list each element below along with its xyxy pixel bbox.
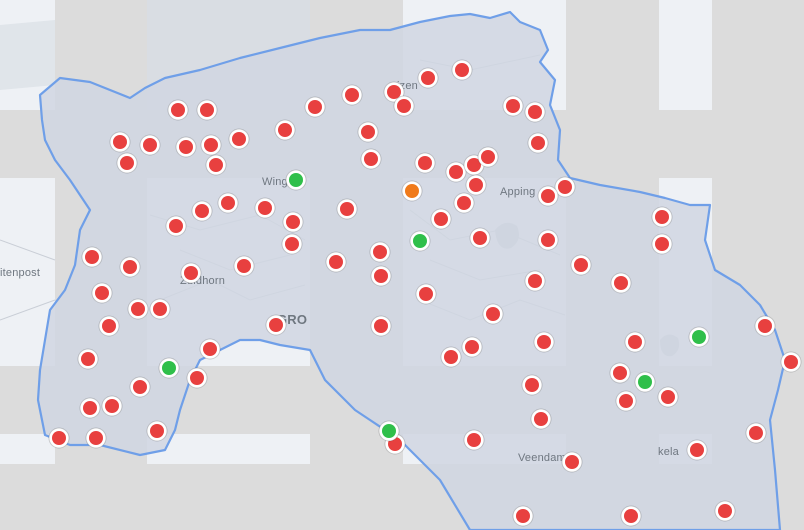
red-status-marker[interactable]: [714, 500, 736, 522]
red-status-marker[interactable]: [609, 362, 631, 384]
red-status-marker[interactable]: [477, 146, 499, 168]
red-status-marker[interactable]: [357, 121, 379, 143]
map-canvas[interactable]: izen Wing Apping Zuidhorn itenpost GRO V…: [0, 0, 804, 530]
green-status-marker[interactable]: [285, 169, 307, 191]
red-status-marker[interactable]: [116, 152, 138, 174]
red-status-marker[interactable]: [139, 134, 161, 156]
red-status-marker[interactable]: [512, 505, 534, 527]
map-view[interactable]: izen Wing Apping Zuidhorn itenpost GRO V…: [0, 0, 804, 530]
red-status-marker[interactable]: [180, 262, 202, 284]
green-status-marker[interactable]: [378, 420, 400, 442]
red-status-marker[interactable]: [502, 95, 524, 117]
red-status-marker[interactable]: [85, 427, 107, 449]
red-status-marker[interactable]: [657, 386, 679, 408]
red-status-marker[interactable]: [281, 233, 303, 255]
red-status-marker[interactable]: [369, 241, 391, 263]
red-status-marker[interactable]: [482, 303, 504, 325]
red-status-marker[interactable]: [537, 229, 559, 251]
basemap-tile: [0, 434, 55, 464]
red-status-marker[interactable]: [360, 148, 382, 170]
red-status-marker[interactable]: [570, 254, 592, 276]
red-status-marker[interactable]: [615, 390, 637, 412]
green-status-marker[interactable]: [158, 357, 180, 379]
red-status-marker[interactable]: [524, 101, 546, 123]
red-status-marker[interactable]: [228, 128, 250, 150]
red-status-marker[interactable]: [165, 215, 187, 237]
red-status-marker[interactable]: [129, 376, 151, 398]
red-status-marker[interactable]: [465, 174, 487, 196]
red-status-marker[interactable]: [127, 298, 149, 320]
red-status-marker[interactable]: [119, 256, 141, 278]
red-status-marker[interactable]: [620, 505, 642, 527]
red-status-marker[interactable]: [109, 131, 131, 153]
red-status-marker[interactable]: [98, 315, 120, 337]
place-label: itenpost: [0, 267, 40, 279]
red-status-marker[interactable]: [530, 408, 552, 430]
red-status-marker[interactable]: [205, 154, 227, 176]
red-status-marker[interactable]: [370, 265, 392, 287]
red-status-marker[interactable]: [341, 84, 363, 106]
red-status-marker[interactable]: [417, 67, 439, 89]
red-status-marker[interactable]: [265, 314, 287, 336]
red-status-marker[interactable]: [146, 420, 168, 442]
red-status-marker[interactable]: [370, 315, 392, 337]
red-status-marker[interactable]: [233, 255, 255, 277]
red-status-marker[interactable]: [527, 132, 549, 154]
red-status-marker[interactable]: [282, 211, 304, 233]
red-status-marker[interactable]: [780, 351, 802, 373]
place-label: Wing: [262, 176, 288, 188]
red-status-marker[interactable]: [415, 283, 437, 305]
red-status-marker[interactable]: [304, 96, 326, 118]
red-status-marker[interactable]: [48, 427, 70, 449]
red-status-marker[interactable]: [440, 346, 462, 368]
green-status-marker[interactable]: [634, 371, 656, 393]
red-status-marker[interactable]: [254, 197, 276, 219]
red-status-marker[interactable]: [217, 192, 239, 214]
red-status-marker[interactable]: [191, 200, 213, 222]
red-status-marker[interactable]: [754, 315, 776, 337]
basemap-tile: [659, 0, 712, 110]
red-status-marker[interactable]: [79, 397, 101, 419]
red-status-marker[interactable]: [651, 233, 673, 255]
red-status-marker[interactable]: [430, 208, 452, 230]
red-status-marker[interactable]: [186, 367, 208, 389]
place-label: kela: [658, 446, 680, 458]
red-status-marker[interactable]: [336, 198, 358, 220]
red-status-marker[interactable]: [199, 338, 221, 360]
red-status-marker[interactable]: [469, 227, 491, 249]
red-status-marker[interactable]: [167, 99, 189, 121]
red-status-marker[interactable]: [453, 192, 475, 214]
red-status-marker[interactable]: [521, 374, 543, 396]
red-status-marker[interactable]: [91, 282, 113, 304]
red-status-marker[interactable]: [200, 134, 222, 156]
red-status-marker[interactable]: [533, 331, 555, 353]
green-status-marker[interactable]: [688, 326, 710, 348]
red-status-marker[interactable]: [325, 251, 347, 273]
red-status-marker[interactable]: [745, 422, 767, 444]
red-status-marker[interactable]: [196, 99, 218, 121]
red-status-marker[interactable]: [274, 119, 296, 141]
red-status-marker[interactable]: [414, 152, 436, 174]
red-status-marker[interactable]: [445, 161, 467, 183]
red-status-marker[interactable]: [77, 348, 99, 370]
green-status-marker[interactable]: [409, 230, 431, 252]
red-status-marker[interactable]: [610, 272, 632, 294]
red-status-marker[interactable]: [686, 439, 708, 461]
place-label: Veendam: [518, 452, 566, 464]
red-status-marker[interactable]: [175, 136, 197, 158]
red-status-marker[interactable]: [149, 298, 171, 320]
red-status-marker[interactable]: [524, 270, 546, 292]
red-status-marker[interactable]: [561, 451, 583, 473]
red-status-marker[interactable]: [451, 59, 473, 81]
red-status-marker[interactable]: [81, 246, 103, 268]
orange-status-marker[interactable]: [401, 180, 423, 202]
red-status-marker[interactable]: [463, 429, 485, 451]
red-status-marker[interactable]: [393, 95, 415, 117]
red-status-marker[interactable]: [101, 395, 123, 417]
red-status-marker[interactable]: [624, 331, 646, 353]
place-label: Apping: [500, 186, 535, 198]
red-status-marker[interactable]: [537, 185, 559, 207]
red-status-marker[interactable]: [461, 336, 483, 358]
red-status-marker[interactable]: [651, 206, 673, 228]
